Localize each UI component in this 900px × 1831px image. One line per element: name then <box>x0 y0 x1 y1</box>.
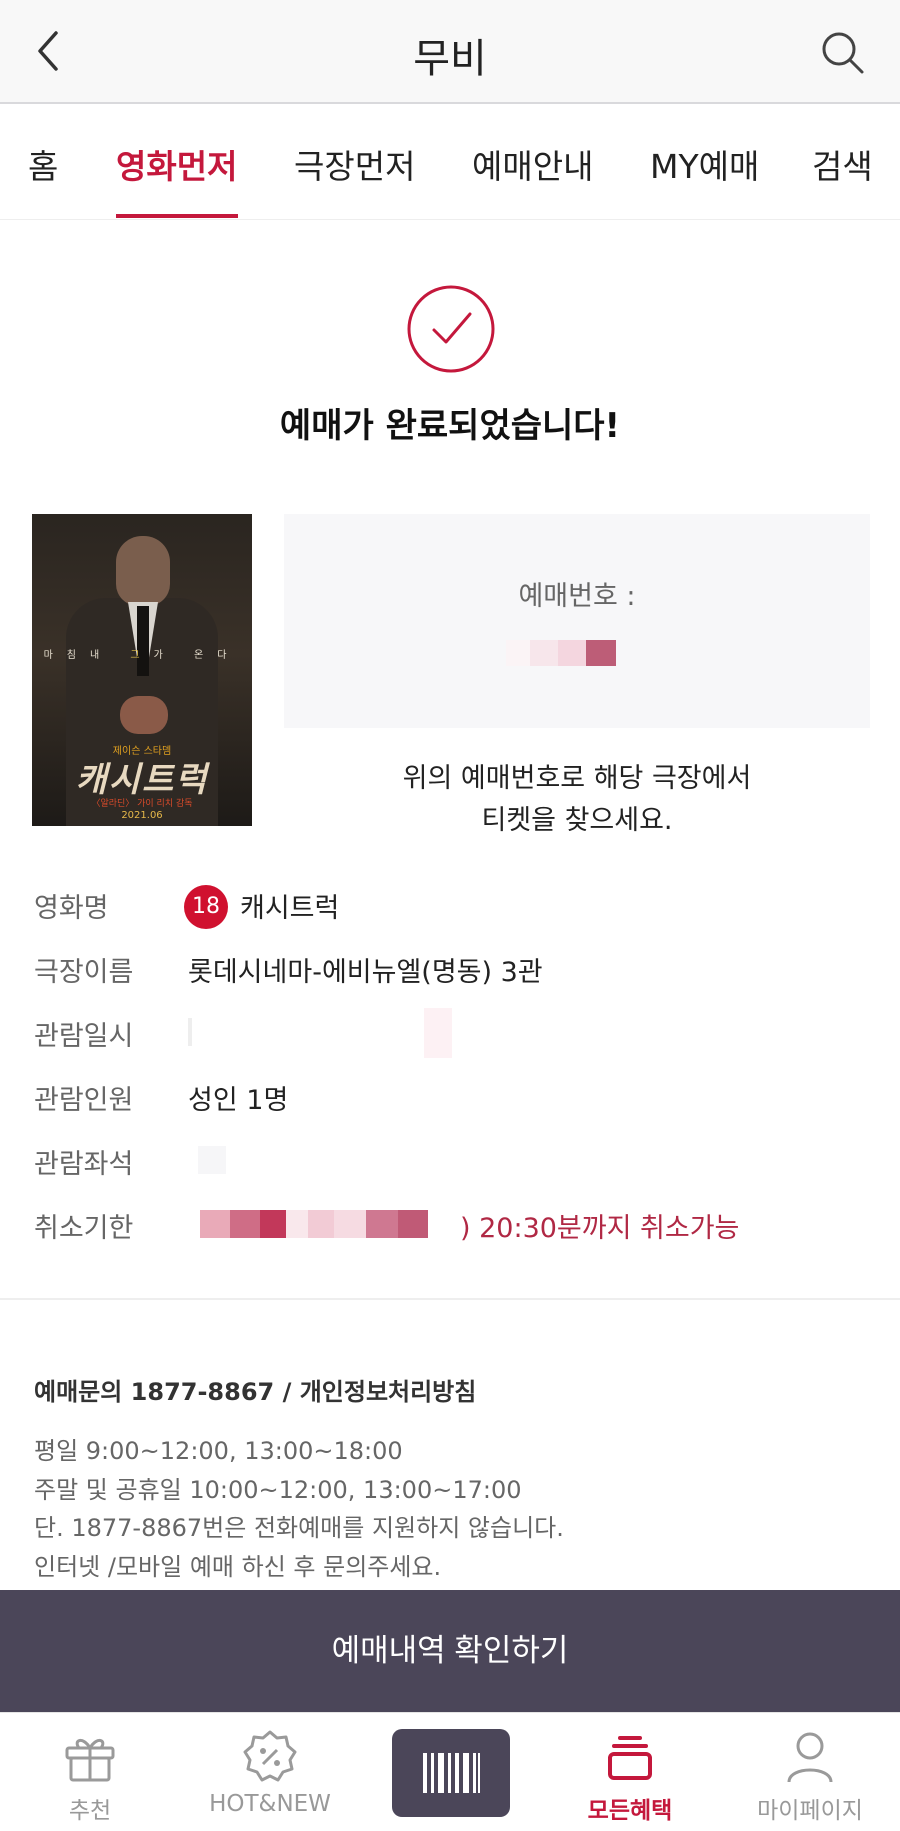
detail-row-audience: 관람인원 성인 1명 <box>34 1078 874 1118</box>
nav-recommend[interactable]: 추천 <box>0 1713 180 1831</box>
nav-hot-new[interactable]: HOT&NEW <box>180 1713 360 1831</box>
audience-value: 성인 1명 <box>188 1085 289 1116</box>
bottom-navigation: 추천 HOT&NEW 모든혜택 마이페이지 <box>0 1712 900 1831</box>
tab-booking-guide[interactable]: 예매안내 <box>472 140 593 188</box>
tab-bar: 홈 영화먼저 극장먼저 예매안내 MY예매 검색 <box>0 104 900 220</box>
cancel-deadline-value: ) 20:30분까지 취소가능 <box>460 1213 740 1244</box>
datetime-label: 관람일시 <box>34 1021 134 1052</box>
seat-redacted <box>198 1146 226 1174</box>
poster-subtitle: 〈알라딘〉 가이 리치 감독 <box>91 799 193 809</box>
detail-row-cancel: 취소기한 ) 20:30분까지 취소가능 <box>34 1206 874 1246</box>
seat-label: 관람좌석 <box>34 1149 134 1180</box>
tab-home[interactable]: 홈 <box>28 140 58 188</box>
theater-value: 롯데시네마-에비뉴엘(명동) 3관 <box>188 957 543 988</box>
booking-number-redacted <box>506 640 622 666</box>
booking-number-box: 예매번호 : <box>284 514 870 728</box>
detail-row-theater: 극장이름 롯데시네마-에비뉴엘(명동) 3관 <box>34 950 874 990</box>
detail-row-seat: 관람좌석 <box>34 1142 874 1182</box>
age-rating-badge: 18 <box>184 884 228 929</box>
detail-row-movie: 영화명 18 캐시트럭 <box>34 884 874 929</box>
inquiry-title[interactable]: 예매문의 1877-8867 / 개인정보처리방침 <box>34 1372 476 1407</box>
view-booking-history-button[interactable]: 예매내역 확인하기 <box>0 1590 900 1712</box>
poster-date: 2021.06 <box>121 810 163 821</box>
page-title: 무비 <box>413 36 487 82</box>
search-button[interactable] <box>818 28 866 76</box>
search-icon <box>822 32 864 74</box>
theater-label: 극장이름 <box>34 957 134 988</box>
person-icon <box>787 1732 833 1783</box>
movie-poster: 마침내 그가 온다 제이슨 스타뎀 캐시트럭 〈알라딘〉 가이 리치 감독 20… <box>32 514 252 826</box>
section-divider <box>0 1298 900 1300</box>
find-ticket-message: 위의 예매번호로 해당 극장에서 티켓을 찾으세요. <box>402 763 752 836</box>
audience-label: 관람인원 <box>34 1085 134 1116</box>
inquiry-hours: 평일 9:00~12:00, 13:00~18:00 주말 및 공휴일 10:0… <box>34 1437 564 1581</box>
benefit-icon <box>608 1736 652 1780</box>
tab-movie-first[interactable]: 영화먼저 <box>116 140 237 188</box>
tab-search[interactable]: 검색 <box>812 140 873 188</box>
cancel-date-redacted <box>200 1210 230 1238</box>
barcode-button[interactable] <box>392 1729 510 1817</box>
gift-icon <box>65 1739 115 1782</box>
active-tab-indicator <box>116 214 238 218</box>
poster-tagline: 마침내 그가 온다 <box>43 650 241 661</box>
booking-number-label: 예매번호 : <box>518 581 636 612</box>
booking-complete-title: 예매가 완료되었습니다! <box>279 406 621 446</box>
barcode-icon <box>423 1753 480 1793</box>
poster-title: 캐시트럭 <box>75 760 209 800</box>
movie-label: 영화명 <box>34 893 109 924</box>
movie-title: 캐시트럭 <box>240 893 340 924</box>
detail-row-datetime: 관람일시 <box>34 1008 874 1058</box>
percent-badge-icon <box>243 1730 297 1782</box>
nav-my-page[interactable]: 마이페이지 <box>720 1713 900 1831</box>
tab-my-booking[interactable]: MY예매 <box>650 140 759 188</box>
cancel-deadline-label: 취소기한 <box>34 1213 134 1244</box>
check-circle-icon <box>407 285 495 373</box>
datetime-redacted <box>188 1018 192 1046</box>
app-header: 무비 <box>0 0 900 104</box>
nav-all-benefits[interactable]: 모든혜택 <box>540 1713 720 1831</box>
tab-theater-first[interactable]: 극장먼저 <box>294 140 415 188</box>
